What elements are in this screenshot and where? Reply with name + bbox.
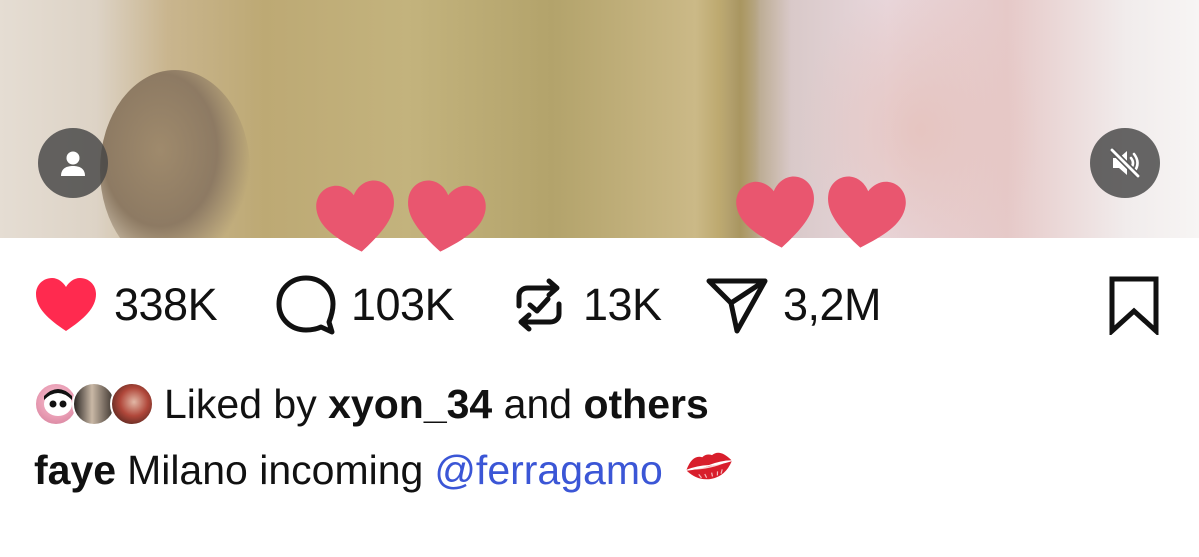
avatar[interactable]	[110, 382, 154, 426]
action-bar: 338K 103K 13K 3,2M	[0, 270, 1199, 340]
heart-filled-icon	[36, 278, 96, 331]
floating-heart-icon	[316, 180, 394, 252]
comment-button[interactable]: 103K	[275, 270, 455, 340]
caption-username[interactable]: faye	[34, 447, 116, 494]
share-count: 3,2M	[783, 279, 882, 330]
floating-heart-icon	[736, 176, 814, 248]
save-button[interactable]	[1108, 270, 1160, 340]
kiss-mark-icon	[683, 445, 735, 495]
share-button[interactable]: 3,2M	[705, 270, 882, 340]
comment-bubble-icon	[276, 275, 336, 335]
floating-heart-icon	[828, 176, 906, 248]
liked-by-text: Liked by xyon_34 and others	[164, 381, 709, 428]
speaker-muted-icon	[1109, 147, 1141, 179]
user-icon	[61, 151, 85, 176]
repost-button[interactable]: 13K	[509, 270, 662, 340]
like-count: 338K	[114, 279, 218, 330]
mute-button[interactable]	[1090, 128, 1160, 198]
send-icon	[706, 278, 768, 334]
caption-mention-link[interactable]: @ferragamo	[434, 447, 662, 494]
like-button[interactable]: 338K	[34, 270, 218, 340]
bookmark-icon	[1109, 276, 1159, 335]
liked-by-row[interactable]: Liked by xyon_34 and others	[34, 378, 709, 430]
post-media[interactable]	[0, 0, 1199, 238]
caption-text: Milano incoming	[127, 446, 424, 493]
floating-heart-icon	[408, 180, 486, 252]
liker-avatars[interactable]	[34, 378, 158, 430]
liked-by-prefix: Liked by	[164, 380, 317, 427]
media-background	[100, 70, 250, 238]
comment-count: 103K	[351, 279, 455, 330]
post-caption: faye Milano incoming @ferragamo	[34, 445, 735, 495]
liked-by-username[interactable]: xyon_34	[328, 381, 492, 427]
liked-by-conjunction: and	[503, 380, 573, 427]
repost-icon	[516, 278, 562, 332]
repost-count: 13K	[583, 279, 662, 330]
tagged-people-button[interactable]	[38, 128, 108, 198]
liked-by-others-link[interactable]: others	[583, 381, 708, 427]
